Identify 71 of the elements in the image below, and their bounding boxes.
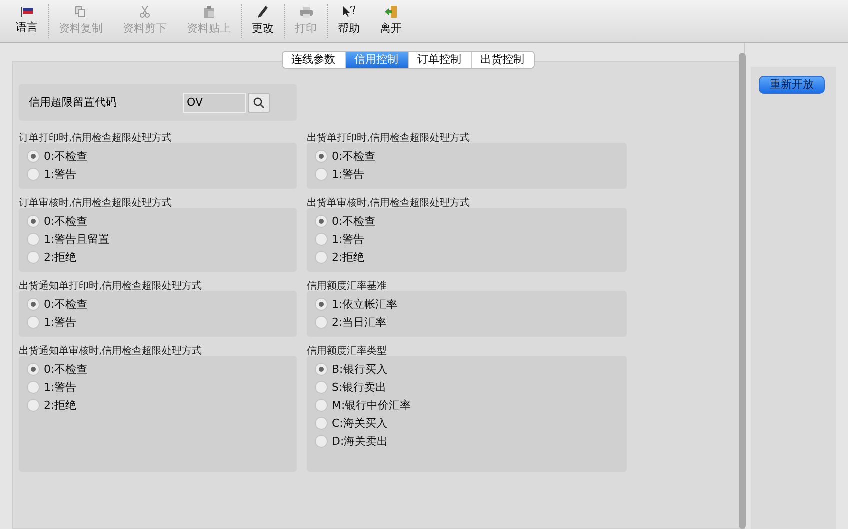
radio-button[interactable] xyxy=(27,380,40,394)
radio-button[interactable] xyxy=(315,380,328,394)
option-label: S:银行卖出 xyxy=(332,380,387,394)
tab[interactable]: 出货控制 xyxy=(470,52,534,68)
option-label: 2:当日汇率 xyxy=(332,314,387,330)
radio-button[interactable] xyxy=(315,168,328,180)
clipboard-icon xyxy=(203,6,215,18)
toolbar-button[interactable]: 语言 xyxy=(6,0,48,42)
radio-button[interactable] xyxy=(27,362,40,376)
option-label: C:海关买入 xyxy=(332,416,388,430)
radio-button[interactable] xyxy=(27,150,40,162)
option-label: 0:不检查 xyxy=(332,148,376,164)
option-label: 1:依立帐汇率 xyxy=(332,296,398,312)
option-label: D:海关卖出 xyxy=(332,434,388,448)
option-label: 1:警告 xyxy=(44,380,77,394)
option-label: B:银行买入 xyxy=(332,362,388,376)
group-title: 出货单打印时,信用检查超限处理方式 xyxy=(307,133,472,143)
option-label: 1:警告且留置 xyxy=(44,232,110,246)
group-title: 订单打印时,信用检查超限处理方式 xyxy=(19,133,174,143)
radio-button[interactable] xyxy=(315,434,328,448)
reopen-button[interactable]: 重新开放 xyxy=(759,76,825,94)
option-label: 1:警告 xyxy=(44,314,77,330)
option-label: 0:不检查 xyxy=(44,148,88,164)
field-label: 信用超限留置代码 xyxy=(29,95,118,110)
group-title: 出货通知单审核时,信用检查超限处理方式 xyxy=(19,346,204,356)
radio-button[interactable] xyxy=(27,316,40,328)
scissors-icon xyxy=(140,6,150,18)
radio-button[interactable] xyxy=(315,232,328,246)
copy-icon xyxy=(75,6,87,18)
option-label: M:银行中价汇率 xyxy=(332,398,412,412)
option-label: 0:不检查 xyxy=(44,214,88,228)
option-label: 1:警告 xyxy=(332,232,365,246)
radio-button[interactable] xyxy=(315,316,328,328)
scrollbar[interactable] xyxy=(739,53,746,529)
radio-button[interactable] xyxy=(27,214,40,228)
option-label: 2:拒绝 xyxy=(332,250,365,264)
toolbar-button[interactable]: 更改 xyxy=(242,0,284,42)
exit-door-icon xyxy=(384,6,398,18)
radio-button[interactable] xyxy=(27,298,40,310)
radio-button[interactable] xyxy=(315,398,328,412)
radio-button[interactable] xyxy=(27,398,40,412)
option-label: 2:拒绝 xyxy=(44,250,77,264)
group-title: 信用额度汇率类型 xyxy=(307,346,388,356)
radio-button[interactable] xyxy=(27,232,40,246)
radio-button[interactable] xyxy=(27,250,40,264)
option-label: 0:不检查 xyxy=(44,296,88,312)
pencil-icon xyxy=(258,6,268,18)
help-pointer-icon xyxy=(342,6,356,18)
radio-button[interactable] xyxy=(315,416,328,430)
option-label: 1:警告 xyxy=(44,166,77,182)
radio-button[interactable] xyxy=(315,250,328,264)
group-title: 信用额度汇率基准 xyxy=(307,281,388,291)
option-label: 0:不检查 xyxy=(44,362,88,376)
flag-icon xyxy=(21,7,33,17)
radio-button[interactable] xyxy=(27,168,40,180)
radio-button[interactable] xyxy=(315,150,328,162)
group-title: 订单审核时,信用检查超限处理方式 xyxy=(19,198,174,208)
code-input-field[interactable]: OV xyxy=(183,92,246,112)
group-title: 出货通知单打印时,信用检查超限处理方式 xyxy=(19,281,204,291)
option-label: 1:警告 xyxy=(332,166,365,182)
group-title: 出货单审核时,信用检查超限处理方式 xyxy=(307,198,472,208)
search-button[interactable] xyxy=(248,92,270,112)
radio-button[interactable] xyxy=(315,214,328,228)
option-label: 2:拒绝 xyxy=(44,398,77,412)
radio-button[interactable] xyxy=(315,298,328,310)
toolbar-button[interactable]: 帮助 xyxy=(328,0,370,42)
toolbar-button[interactable]: 离开 xyxy=(370,0,412,42)
search-icon xyxy=(253,96,265,108)
printer-icon xyxy=(300,6,312,18)
radio-button[interactable] xyxy=(315,362,328,376)
option-label: 0:不检查 xyxy=(332,214,376,228)
